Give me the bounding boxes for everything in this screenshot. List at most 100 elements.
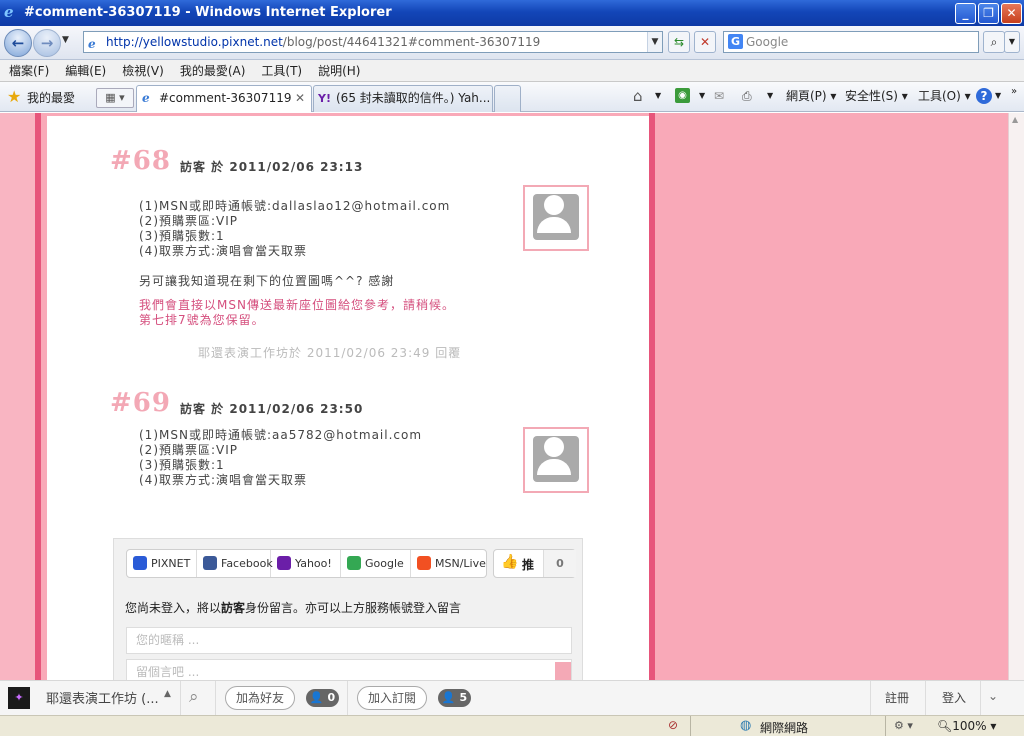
stop-button[interactable]: ✕ <box>694 31 716 53</box>
favorites-star-icon[interactable]: ★ <box>7 87 21 106</box>
history-dropdown-icon[interactable]: ▼ <box>62 35 69 45</box>
friend-count-badge: 👤 0 <box>306 689 339 707</box>
print-dropdown-icon[interactable]: ▼ <box>767 88 773 104</box>
favorites-label[interactable]: 我的最愛 <box>27 89 75 106</box>
back-button[interactable]: ← <box>4 29 32 57</box>
push-count: 0 <box>543 550 576 577</box>
menu-view[interactable]: 檢視(V) <box>122 60 164 82</box>
tab-yahoo-label: (65 封未讀取的信件。) Yah... <box>336 91 491 105</box>
login-pixnet-button[interactable]: PIXNET <box>127 550 197 577</box>
feeds-icon[interactable]: ◉ <box>675 88 690 103</box>
comment-68-body: (1)MSN或即時通帳號:dallaslao12@hotmail.com (2)… <box>139 199 451 288</box>
page-menu[interactable]: 網頁(P) ▾ <box>786 88 836 104</box>
scroll-up-icon[interactable]: ▲ <box>1012 115 1018 124</box>
help-dropdown-icon[interactable]: ▼ <box>995 88 1001 104</box>
forward-button[interactable]: → <box>33 29 61 57</box>
message-scroll-handle[interactable] <box>555 662 571 680</box>
ie-logo-icon: e <box>4 3 14 21</box>
help-icon[interactable]: ? <box>976 88 992 104</box>
pixnet-bottom-bar: ✦ 耶還表演工作坊 (... ▲ ⌕ 加為好友 👤 0 加入訂閱 👤 5 註冊 … <box>0 680 1024 715</box>
comment-69-body: (1)MSN或即時通帳號:aa5782@hotmail.com (2)預購票區:… <box>139 428 423 487</box>
comment-68-header: 訪客 於 2011/02/06 23:13 <box>180 160 364 174</box>
page-viewport: ▲ #68 訪客 於 2011/02/06 23:13 (1)MSN或即時通帳號… <box>0 113 1024 680</box>
print-icon[interactable]: ⎙ <box>742 88 752 104</box>
search-options-icon[interactable]: ▼ <box>1004 31 1020 53</box>
globe-icon: ◍ <box>740 718 752 733</box>
tools-menu[interactable]: 工具(O) ▾ <box>918 88 971 104</box>
security-zone[interactable]: 網際網路 <box>760 719 808 736</box>
tab-close-icon[interactable]: ✕ <box>295 86 305 111</box>
restore-button[interactable]: ❐ <box>978 3 999 24</box>
right-border <box>649 113 655 680</box>
login-facebook-button[interactable]: Facebook <box>197 550 273 577</box>
nickname-input[interactable]: 您的暱稱 ... <box>126 627 572 654</box>
tab-comment-label: #comment-36307119 <box>159 91 292 105</box>
push-button[interactable]: 👍 推 0 <box>493 549 576 578</box>
tab-yahoo[interactable]: Y! (65 封未讀取的信件。) Yah... <box>313 85 493 112</box>
add-friend-button[interactable]: 加為好友 <box>225 686 295 710</box>
quick-tabs-icon[interactable]: ▦ ▾ <box>96 88 134 108</box>
search-input[interactable]: G Google <box>723 31 979 53</box>
popup-blocked-icon[interactable]: ⊘ <box>668 718 678 732</box>
home-icon[interactable]: ⌂ <box>633 88 643 104</box>
toolbar-overflow-icon[interactable]: » <box>1011 84 1017 100</box>
push-label: 推 <box>522 558 535 572</box>
login-provider-buttons: PIXNET Facebook Yahoo! Google MSN/Live <box>126 549 487 578</box>
zoom-level[interactable]: 🔍︎100% ▾ <box>937 719 996 733</box>
page-icon: e <box>88 37 96 51</box>
menu-bar: 檔案(F) 編輯(E) 檢視(V) 我的最愛(A) 工具(T) 說明(H) <box>0 60 1024 82</box>
search-placeholder: Google <box>746 35 789 49</box>
blog-logo-icon[interactable]: ✦ <box>8 687 30 709</box>
window-title-bar: e #comment-36307119 - Windows Internet E… <box>0 0 1024 26</box>
yahoo-icon: Y! <box>318 92 331 105</box>
comment-69-avatar <box>523 427 589 493</box>
url-path: /blog/post/44641321#comment-36307119 <box>282 35 541 49</box>
comment-68-number: #68 <box>110 146 171 176</box>
menu-tools[interactable]: 工具(T) <box>261 60 302 82</box>
status-bar: ⊘ ◍ 網際網路 ⚙ ▾ 🔍︎100% ▾ <box>0 715 1024 736</box>
protected-mode-icon[interactable]: ⚙ ▾ <box>894 719 913 732</box>
comment-68-reply-line1: 我們會直接以MSN傳送最新座位圖給您參考，請稍候。 <box>139 298 455 312</box>
left-decoration <box>0 113 41 680</box>
comment-login-box: PIXNET Facebook Yahoo! Google MSN/Live 👍… <box>113 538 583 680</box>
message-input[interactable]: 留個言吧 ... <box>126 659 572 680</box>
login-msn-button[interactable]: MSN/Live <box>411 550 487 577</box>
thumbs-up-icon: 👍 <box>501 554 519 570</box>
minimize-button[interactable]: _ <box>955 3 976 24</box>
subscriber-count-badge: 👤 5 <box>438 689 471 707</box>
guest-notice: 您尚未登入，將以訪客身份留言。亦可以上方服務帳號登入留言 <box>125 601 462 615</box>
comment-69-number: #69 <box>110 388 171 418</box>
tab-comment[interactable]: e #comment-36307119 ✕ <box>136 85 312 112</box>
blog-name[interactable]: 耶還表演工作坊 (... <box>46 688 159 707</box>
menu-help[interactable]: 說明(H) <box>318 60 360 82</box>
subscribe-button[interactable]: 加入訂閱 <box>357 686 427 710</box>
blog-menu-icon[interactable]: ▲ <box>164 689 171 699</box>
comment-69-header: 訪客 於 2011/02/06 23:50 <box>180 402 364 416</box>
address-dropdown-icon[interactable]: ▼ <box>647 32 662 52</box>
comment-68-reply-meta: 耶還表演工作坊於 2011/02/06 23:49 回覆 <box>198 346 462 360</box>
login-yahoo-button[interactable]: Yahoo! <box>271 550 341 577</box>
register-link[interactable]: 註冊 <box>885 689 909 706</box>
menu-favorites[interactable]: 我的最愛(A) <box>180 60 246 82</box>
mail-icon[interactable]: ✉ <box>714 88 724 104</box>
comment-68-reply-line2: 第七排7號為您保留。 <box>139 313 265 327</box>
google-icon: G <box>728 34 743 49</box>
login-google-button[interactable]: Google <box>341 550 411 577</box>
menu-file[interactable]: 檔案(F) <box>9 60 49 82</box>
refresh-button[interactable]: ⇆ <box>668 31 690 53</box>
search-blog-icon[interactable]: ⌕ <box>189 687 199 707</box>
home-dropdown-icon[interactable]: ▼ <box>655 88 661 104</box>
feeds-dropdown-icon[interactable]: ▼ <box>699 88 705 104</box>
login-link[interactable]: 登入 <box>942 689 966 706</box>
new-tab-button[interactable] <box>494 85 521 112</box>
close-window-button[interactable]: ✕ <box>1001 3 1022 24</box>
tab-ie-icon: e <box>142 91 150 105</box>
vertical-scrollbar[interactable]: ▲ <box>1008 113 1024 680</box>
menu-edit[interactable]: 編輯(E) <box>65 60 106 82</box>
search-button[interactable]: ⌕ <box>983 31 1005 53</box>
collapse-bar-icon[interactable]: ⌄ <box>988 689 998 703</box>
safety-menu[interactable]: 安全性(S) ▾ <box>845 88 908 104</box>
window-title: #comment-36307119 - Windows Internet Exp… <box>24 5 392 20</box>
address-bar[interactable]: e http://yellowstudio.pixnet.net/blog/po… <box>83 31 663 53</box>
comment-68-avatar <box>523 185 589 251</box>
